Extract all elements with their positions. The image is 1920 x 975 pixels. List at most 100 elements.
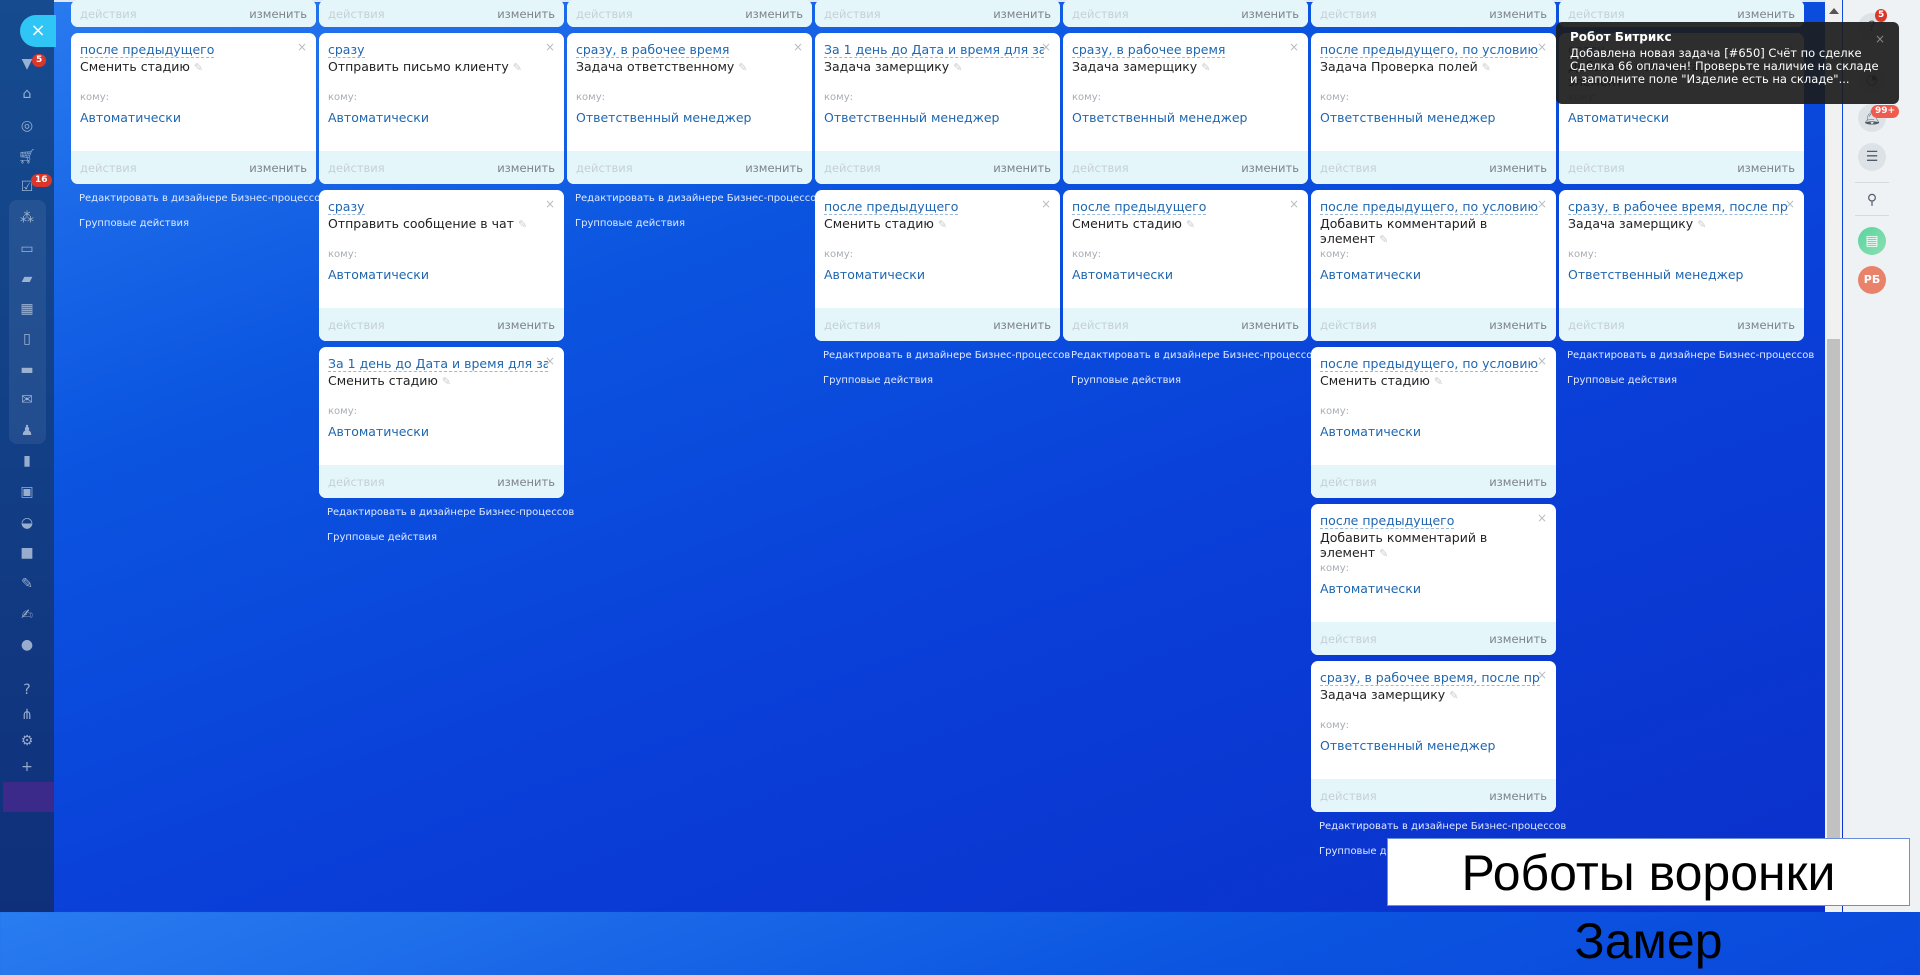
delete-robot-icon[interactable]: × bbox=[1537, 40, 1547, 54]
trigger-condition-link[interactable]: после предыдущего, по условию bbox=[1320, 42, 1539, 58]
trigger-condition-link[interactable]: после предыдущего bbox=[824, 199, 959, 215]
delete-robot-icon[interactable]: × bbox=[545, 40, 555, 54]
pencil-icon[interactable]: ✎ bbox=[1697, 218, 1706, 231]
change-link[interactable]: изменить bbox=[1489, 318, 1547, 332]
edit-in-designer-link[interactable]: Редактировать в дизайнере Бизнес-процесс… bbox=[823, 350, 1070, 361]
robot-card[interactable]: после предыдущего × Добавить комментарий в… bbox=[1311, 504, 1556, 655]
recipient-value[interactable]: Автоматически bbox=[1320, 424, 1421, 439]
delete-robot-icon[interactable]: × bbox=[1289, 197, 1299, 211]
pencil-icon[interactable]: ✎ bbox=[1434, 375, 1443, 388]
actions-link[interactable]: действия bbox=[1320, 7, 1377, 21]
robot-card[interactable]: сразу, в рабочее время × Задача ответствен… bbox=[567, 33, 812, 184]
recipient-value[interactable]: Автоматически bbox=[1320, 581, 1421, 596]
robot-card-partial[interactable]: действия изменить bbox=[71, 0, 316, 27]
recipient-value[interactable]: Автоматически bbox=[328, 267, 429, 282]
edit-in-designer-link[interactable]: Редактировать в дизайнере Бизнес-процесс… bbox=[1567, 350, 1814, 361]
pencil-icon[interactable]: ✎ bbox=[1379, 233, 1388, 246]
change-link[interactable]: изменить bbox=[1737, 318, 1795, 332]
robot-card-partial[interactable]: действия изменить bbox=[567, 0, 812, 27]
actions-link[interactable]: действия bbox=[1320, 318, 1377, 332]
scroll-thumb[interactable] bbox=[1827, 339, 1840, 899]
change-link[interactable]: изменить bbox=[249, 7, 307, 21]
edit-in-designer-link[interactable]: Редактировать в дизайнере Бизнес-процесс… bbox=[1319, 821, 1566, 832]
robot-card[interactable]: после предыдущего, по условию × Задача Про… bbox=[1311, 33, 1556, 184]
actions-link[interactable]: действия bbox=[824, 161, 881, 175]
robot-card[interactable]: после предыдущего, по условию × Добавить к… bbox=[1311, 190, 1556, 341]
scrollbar[interactable] bbox=[1825, 0, 1842, 912]
pencil-icon[interactable]: ✎ bbox=[518, 218, 527, 231]
edit-doc-icon[interactable]: ✎ bbox=[17, 574, 37, 594]
change-link[interactable]: изменить bbox=[497, 161, 555, 175]
settings-icon[interactable]: ⚙ bbox=[17, 731, 37, 751]
change-link[interactable]: изменить bbox=[993, 318, 1051, 332]
actions-link[interactable]: действия bbox=[1568, 318, 1625, 332]
edit-in-designer-link[interactable]: Редактировать в дизайнере Бизнес-процесс… bbox=[79, 193, 326, 204]
contact-card-icon[interactable]: ▣ bbox=[17, 482, 37, 502]
actions-link[interactable]: действия bbox=[576, 161, 633, 175]
chat-icon[interactable]: ▰ bbox=[17, 269, 37, 289]
pencil-icon[interactable]: ✎ bbox=[1186, 218, 1195, 231]
change-link[interactable]: изменить bbox=[1489, 7, 1547, 21]
pencil-icon[interactable]: ✎ bbox=[738, 61, 747, 74]
group-actions-link[interactable]: Групповые действия bbox=[1071, 375, 1181, 386]
recipient-value[interactable]: Ответственный менеджер bbox=[1320, 110, 1496, 125]
plus-icon[interactable]: + bbox=[17, 757, 37, 777]
pencil-icon[interactable]: ✎ bbox=[1449, 689, 1458, 702]
news-button[interactable]: ▤ bbox=[1858, 227, 1886, 255]
recipient-value[interactable]: Ответственный менеджер bbox=[1072, 110, 1248, 125]
recipient-value[interactable]: Ответственный менеджер bbox=[576, 110, 752, 125]
bank-icon[interactable]: ⌂ bbox=[17, 84, 37, 104]
change-link[interactable]: изменить bbox=[1737, 7, 1795, 21]
signature-icon[interactable]: ✍ bbox=[17, 605, 37, 625]
robot-card[interactable]: сразу × Отправить письмо клиенту ✎ кому: Авто… bbox=[319, 33, 564, 184]
robot-card-partial[interactable]: действия изменить bbox=[1311, 0, 1556, 27]
recipient-value[interactable]: Автоматически bbox=[328, 110, 429, 125]
recipient-value[interactable]: Автоматически bbox=[824, 267, 925, 282]
delete-robot-icon[interactable]: × bbox=[545, 354, 555, 368]
cart-icon[interactable]: 🛒︎ bbox=[17, 147, 37, 167]
actions-link[interactable]: действия bbox=[1320, 632, 1377, 646]
change-link[interactable]: изменить bbox=[1737, 161, 1795, 175]
recipient-value[interactable]: Автоматически bbox=[1320, 267, 1421, 282]
robot-card-partial[interactable]: действия изменить bbox=[1063, 0, 1308, 27]
pencil-icon[interactable]: ✎ bbox=[1482, 61, 1491, 74]
recipient-value[interactable]: Автоматически bbox=[1072, 267, 1173, 282]
feed-icon[interactable]: ▭ bbox=[17, 239, 37, 259]
trigger-condition-link[interactable]: сразу bbox=[328, 199, 365, 215]
change-link[interactable]: изменить bbox=[497, 7, 555, 21]
trigger-condition-link[interactable]: сразу, в рабочее время, после предыд... bbox=[1320, 670, 1540, 686]
delete-robot-icon[interactable]: × bbox=[545, 197, 555, 211]
robot-card[interactable]: сразу, в рабочее время × Задача замерщику ✎… bbox=[1063, 33, 1308, 184]
change-link[interactable]: изменить bbox=[1241, 318, 1299, 332]
actions-link[interactable]: действия bbox=[1072, 7, 1129, 21]
actions-link[interactable]: действия bbox=[1320, 475, 1377, 489]
recipient-value[interactable]: Автоматически bbox=[80, 110, 181, 125]
actions-link[interactable]: действия bbox=[1568, 161, 1625, 175]
delete-robot-icon[interactable]: × bbox=[1289, 40, 1299, 54]
target-icon[interactable]: ◎ bbox=[17, 116, 37, 136]
actions-link[interactable]: действия bbox=[80, 7, 137, 21]
trigger-condition-link[interactable]: сразу, в рабочее время bbox=[576, 42, 730, 58]
drive-icon[interactable]: ▬ bbox=[17, 360, 37, 380]
robot-card[interactable]: За 1 день до Дата и время для замера, ..… bbox=[319, 347, 564, 498]
robot-card[interactable]: после предыдущего × Сменить стадию ✎ кому: Ав… bbox=[71, 33, 316, 184]
pencil-icon[interactable]: ✎ bbox=[953, 61, 962, 74]
actions-link[interactable]: действия bbox=[824, 7, 881, 21]
actions-link[interactable]: действия bbox=[576, 7, 633, 21]
recipient-value[interactable]: Автоматически bbox=[328, 424, 429, 439]
trigger-condition-link[interactable]: после предыдущего bbox=[80, 42, 215, 58]
actions-link[interactable]: действия bbox=[328, 475, 385, 489]
messenger-button[interactable]: ☰ bbox=[1858, 143, 1886, 171]
plan-button[interactable] bbox=[3, 782, 54, 812]
actions-link[interactable]: действия bbox=[1072, 318, 1129, 332]
robot-card[interactable]: За 1 день до Дата и время для замера, ..… bbox=[815, 33, 1060, 184]
check-circle-icon[interactable]: ● bbox=[17, 635, 37, 655]
pencil-icon[interactable]: ✎ bbox=[194, 61, 203, 74]
delete-robot-icon[interactable]: × bbox=[1041, 40, 1051, 54]
analytics-icon[interactable]: ▮ bbox=[17, 451, 37, 471]
avatar[interactable]: РБ bbox=[1858, 266, 1886, 294]
recipient-value[interactable]: Ответственный менеджер bbox=[824, 110, 1000, 125]
group-actions-link[interactable]: Групповые действия bbox=[79, 218, 189, 229]
change-link[interactable]: изменить bbox=[1241, 7, 1299, 21]
group-actions-link[interactable]: Групповые действия bbox=[327, 532, 437, 543]
